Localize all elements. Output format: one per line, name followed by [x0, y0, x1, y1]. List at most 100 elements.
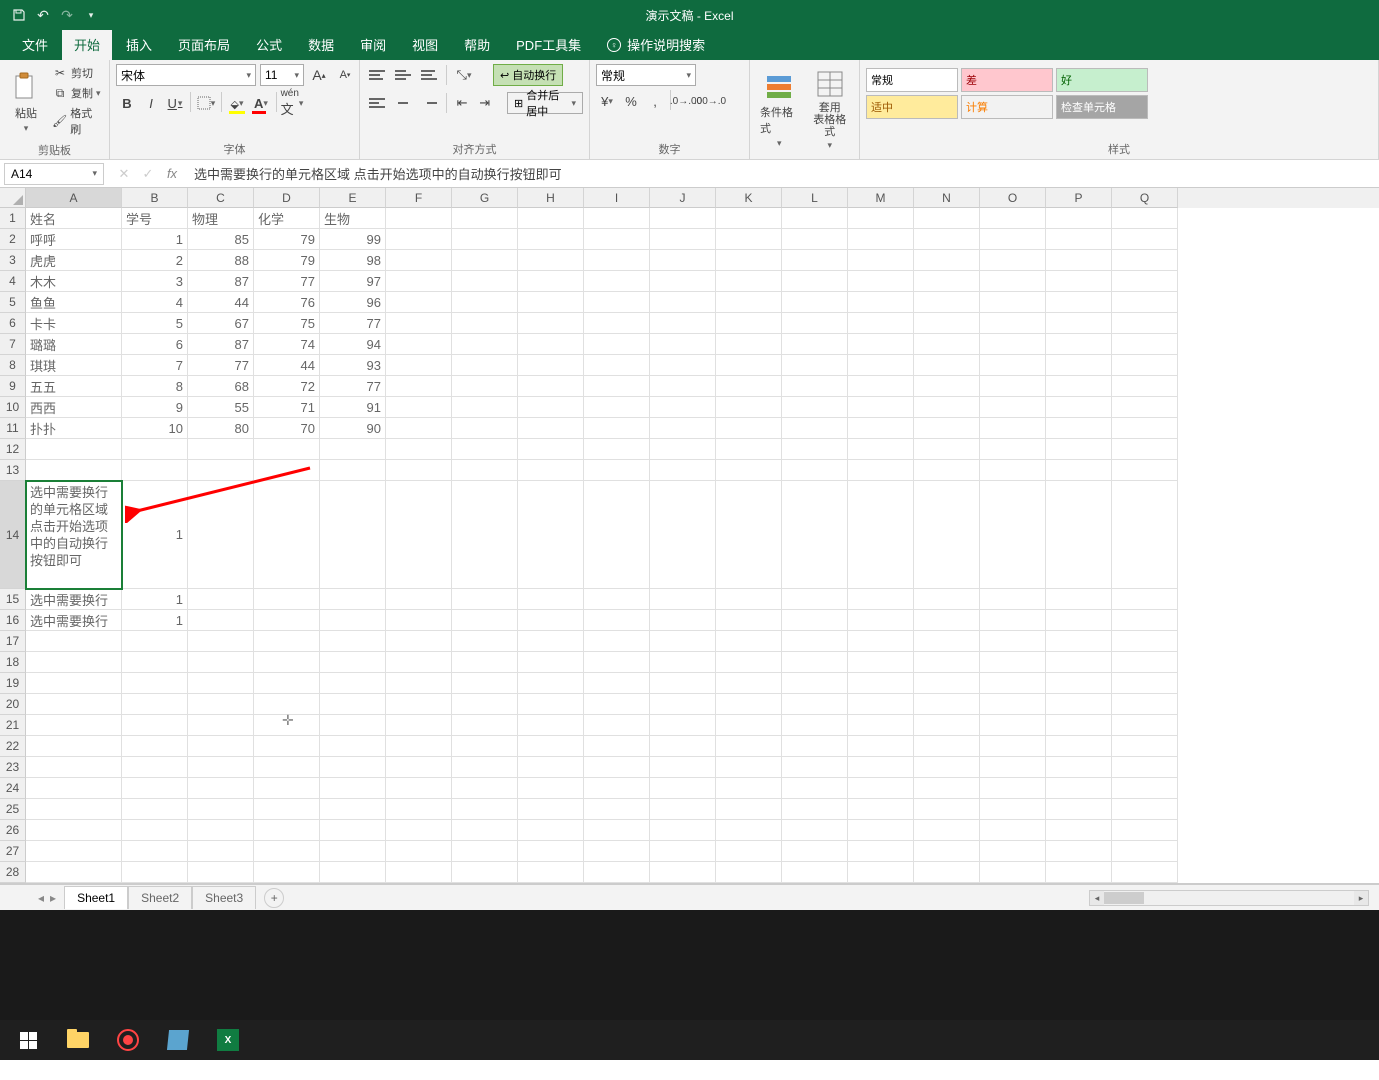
cell[interactable]	[980, 481, 1046, 589]
cell[interactable]	[122, 841, 188, 862]
row-header[interactable]: 28	[0, 862, 26, 883]
tab-insert[interactable]: 插入	[114, 29, 164, 60]
cell[interactable]: 79	[254, 229, 320, 250]
cell[interactable]	[914, 397, 980, 418]
cell[interactable]	[1046, 715, 1112, 736]
cell[interactable]: 77	[320, 376, 386, 397]
cell[interactable]	[782, 694, 848, 715]
cell[interactable]: 化学	[254, 208, 320, 229]
cell[interactable]	[980, 589, 1046, 610]
cell[interactable]	[782, 736, 848, 757]
cell[interactable]	[1046, 355, 1112, 376]
row-header[interactable]: 8	[0, 355, 26, 376]
cell[interactable]	[254, 883, 320, 884]
cell[interactable]	[914, 334, 980, 355]
cell[interactable]	[518, 778, 584, 799]
file-explorer-button[interactable]	[54, 1020, 102, 1060]
cell[interactable]	[650, 334, 716, 355]
cell[interactable]: 木木	[26, 271, 122, 292]
cell[interactable]	[1046, 376, 1112, 397]
cell[interactable]	[584, 694, 650, 715]
column-header[interactable]: K	[716, 188, 782, 208]
cell[interactable]	[848, 439, 914, 460]
wrap-text-button[interactable]: ↩自动换行	[493, 64, 563, 86]
cell[interactable]	[254, 820, 320, 841]
style-check[interactable]: 检查单元格	[1056, 95, 1148, 119]
cell[interactable]	[320, 778, 386, 799]
cell[interactable]	[386, 376, 452, 397]
cell[interactable]: 10	[122, 418, 188, 439]
cell[interactable]	[980, 250, 1046, 271]
cell[interactable]	[980, 862, 1046, 883]
cell[interactable]	[980, 376, 1046, 397]
cell[interactable]	[1112, 673, 1178, 694]
cell[interactable]	[716, 631, 782, 652]
cell[interactable]: 72	[254, 376, 320, 397]
cell[interactable]	[122, 820, 188, 841]
cell[interactable]: 77	[254, 271, 320, 292]
cell[interactable]	[848, 208, 914, 229]
cell[interactable]	[386, 715, 452, 736]
cell[interactable]	[980, 397, 1046, 418]
cell[interactable]	[518, 460, 584, 481]
cell[interactable]: 选中需要换行	[26, 589, 122, 610]
row-header[interactable]: 14	[0, 481, 26, 589]
cell[interactable]	[980, 820, 1046, 841]
cell[interactable]: 74	[254, 334, 320, 355]
cell[interactable]	[386, 736, 452, 757]
column-header[interactable]: L	[782, 188, 848, 208]
cell[interactable]	[782, 673, 848, 694]
excel-taskbar-button[interactable]: X	[204, 1020, 252, 1060]
cell[interactable]	[122, 631, 188, 652]
cell[interactable]	[980, 460, 1046, 481]
cell[interactable]	[914, 757, 980, 778]
cell[interactable]: 3	[122, 271, 188, 292]
cell[interactable]	[782, 778, 848, 799]
cell[interactable]	[650, 673, 716, 694]
cell[interactable]	[848, 355, 914, 376]
cell[interactable]	[782, 229, 848, 250]
sheet-nav-prev-icon[interactable]: ◂	[38, 891, 44, 905]
column-header[interactable]: E	[320, 188, 386, 208]
cell[interactable]	[188, 460, 254, 481]
cell[interactable]	[650, 481, 716, 589]
cell[interactable]	[386, 481, 452, 589]
paste-button[interactable]: 粘贴 ▾	[6, 69, 46, 136]
cell[interactable]	[1112, 460, 1178, 481]
cell[interactable]	[452, 589, 518, 610]
format-painter-button[interactable]: 🖌格式刷	[50, 104, 103, 138]
align-middle-button[interactable]	[392, 64, 414, 86]
cell[interactable]	[386, 292, 452, 313]
percent-button[interactable]: %	[620, 90, 642, 112]
cell[interactable]	[584, 397, 650, 418]
cell[interactable]: 98	[320, 250, 386, 271]
cell[interactable]	[518, 736, 584, 757]
cell[interactable]	[518, 418, 584, 439]
cell[interactable]: 71	[254, 397, 320, 418]
cell[interactable]	[650, 208, 716, 229]
cell[interactable]: 90	[320, 418, 386, 439]
cell[interactable]: 5	[122, 313, 188, 334]
cell[interactable]	[584, 673, 650, 694]
cell[interactable]	[584, 271, 650, 292]
cell[interactable]	[914, 313, 980, 334]
cell[interactable]	[848, 820, 914, 841]
bold-button[interactable]: B	[116, 92, 138, 114]
comma-button[interactable]: ,	[644, 90, 666, 112]
cell[interactable]	[584, 250, 650, 271]
cell[interactable]	[254, 715, 320, 736]
scroll-left-icon[interactable]: ◂	[1090, 891, 1104, 905]
cell[interactable]	[914, 652, 980, 673]
cell[interactable]	[452, 334, 518, 355]
cell[interactable]	[584, 736, 650, 757]
cell[interactable]	[386, 862, 452, 883]
cell[interactable]	[584, 778, 650, 799]
column-header[interactable]: P	[1046, 188, 1112, 208]
orientation-button[interactable]: ⤡▾	[453, 64, 475, 86]
cell[interactable]	[518, 799, 584, 820]
cell[interactable]	[716, 397, 782, 418]
cell[interactable]	[980, 841, 1046, 862]
column-header[interactable]: H	[518, 188, 584, 208]
cell[interactable]	[518, 673, 584, 694]
cell[interactable]	[584, 610, 650, 631]
